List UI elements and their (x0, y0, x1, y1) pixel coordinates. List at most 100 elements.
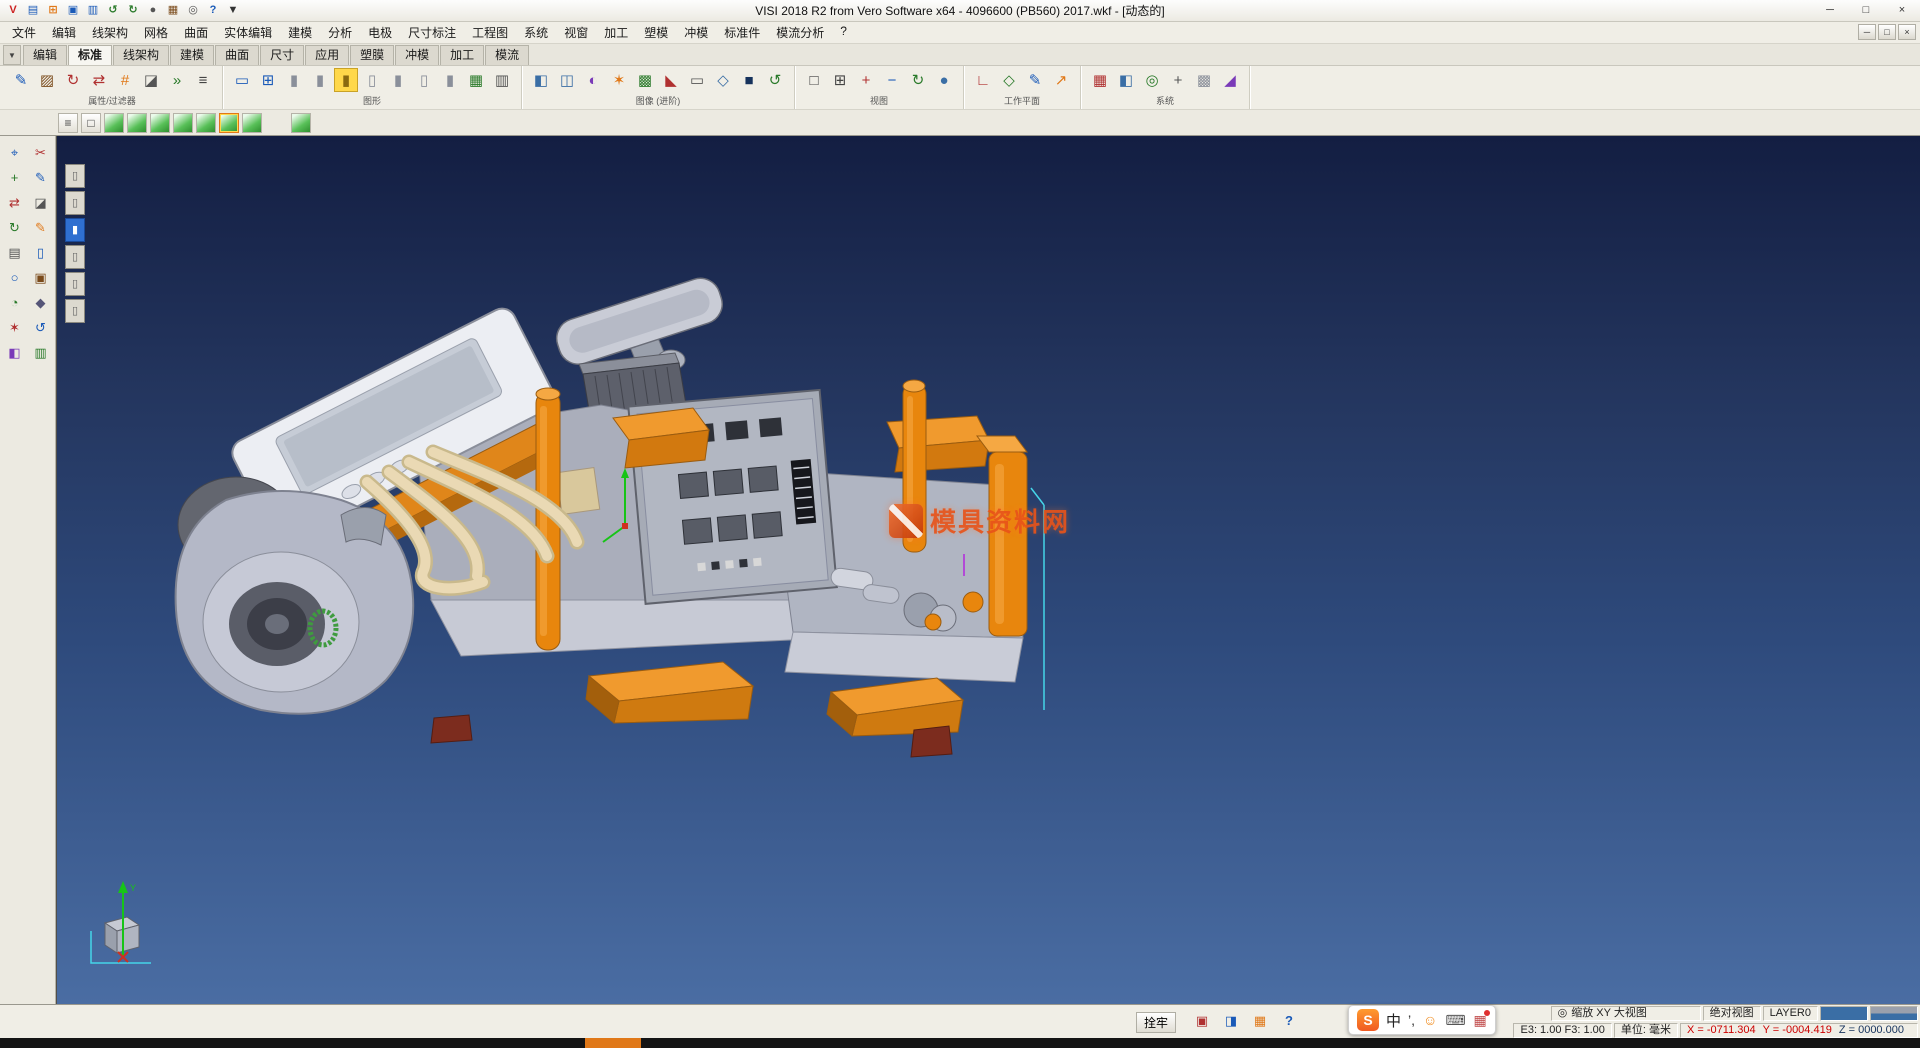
ime-keyboard-icon[interactable]: ⌨ (1445, 1012, 1465, 1029)
attr-list-icon[interactable]: ≡ (191, 68, 215, 92)
menu-item-3[interactable]: 线架构 (84, 22, 136, 43)
solid-tool-icon[interactable]: ◆ (30, 291, 52, 313)
view-cube-back-icon[interactable] (127, 113, 147, 133)
attr-forward-icon[interactable]: » (165, 68, 189, 92)
status-snap-icon[interactable]: ▣ (1192, 1011, 1212, 1031)
color-swatch-primary[interactable] (1820, 1006, 1868, 1021)
geo-capsule1-icon[interactable]: ▮ (282, 68, 306, 92)
workplane-xy-icon[interactable]: ∟ (971, 68, 995, 92)
plot-tool-icon[interactable]: ▤ (4, 241, 26, 263)
edit-tool-icon[interactable]: ✎ (30, 216, 52, 238)
zoom-out-icon[interactable]: − (880, 68, 904, 92)
view-menu-icon[interactable]: ≡ (58, 113, 78, 133)
attr-paint-icon[interactable]: ▨ (35, 68, 59, 92)
geo-stack-icon[interactable]: ▥ (490, 68, 514, 92)
taskbar-sliver[interactable] (0, 1038, 1920, 1048)
workplane-iso-icon[interactable]: ◇ (997, 68, 1021, 92)
menu-item-13[interactable]: 视窗 (556, 22, 596, 43)
menu-item-19[interactable]: ? (832, 22, 855, 43)
minimize-button[interactable]: ─ (1812, 0, 1848, 21)
menu-item-6[interactable]: 实体编辑 (216, 22, 280, 43)
view-cube-iso-icon[interactable] (242, 113, 262, 133)
tab-7[interactable]: 应用 (305, 45, 349, 65)
sys-grid-icon[interactable]: ▩ (1192, 68, 1216, 92)
maximize-button[interactable]: □ (1848, 0, 1884, 21)
arc-tool-icon[interactable]: ◔ (4, 291, 26, 313)
menu-item-18[interactable]: 模流分析 (768, 22, 832, 43)
geo-capsule3-icon[interactable]: ▯ (360, 68, 384, 92)
tab-11[interactable]: 模流 (485, 45, 529, 65)
clipboard-slot-1[interactable]: ▯ (65, 164, 85, 188)
img-section-icon[interactable]: ◣ (659, 68, 683, 92)
help-icon[interactable]: ? (204, 2, 222, 19)
view-cube-right-icon[interactable] (173, 113, 193, 133)
absolute-view-field[interactable]: 绝对视图 (1703, 1006, 1761, 1021)
geo-node-icon[interactable]: ⊞ (256, 68, 280, 92)
save-file-icon[interactable]: ▣ (64, 2, 82, 19)
geo-capsule-active-icon[interactable]: ▮ (334, 68, 358, 92)
filter-swap-icon[interactable]: ⇄ (87, 68, 111, 92)
menu-item-2[interactable]: 编辑 (44, 22, 84, 43)
img-shaded-icon[interactable]: ◧ (529, 68, 553, 92)
menu-item-14[interactable]: 加工 (596, 22, 636, 43)
cad-model-canvas[interactable] (131, 170, 1091, 790)
img-background-icon[interactable]: ■ (737, 68, 761, 92)
ribbon-tabs-dropdown-icon[interactable]: ▼ (3, 45, 21, 65)
mdi-close-button[interactable]: × (1898, 24, 1916, 40)
sys-palette-icon[interactable]: ▦ (1088, 68, 1112, 92)
clipboard-slot-5[interactable]: ▯ (65, 272, 85, 296)
layer-field[interactable]: LAYER0 (1763, 1006, 1818, 1021)
move-tool-icon[interactable]: ⇄ (4, 191, 26, 213)
menu-item-4[interactable]: 网格 (136, 22, 176, 43)
palette-tool-icon[interactable]: ◧ (4, 341, 26, 363)
menu-item-11[interactable]: 工程图 (464, 22, 516, 43)
view-cube-bottom-icon[interactable] (219, 113, 239, 133)
scissors-tool-icon[interactable]: ✂ (30, 141, 52, 163)
zoom-in-icon[interactable]: + (854, 68, 878, 92)
view-previous-icon[interactable]: ● (932, 68, 956, 92)
sys-ramp-icon[interactable]: ◢ (1218, 68, 1242, 92)
menu-item-17[interactable]: 标准件 (716, 22, 768, 43)
clipboard-slot-2[interactable]: ▯ (65, 191, 85, 215)
menu-item-16[interactable]: 冲模 (676, 22, 716, 43)
ime-toolbox-icon[interactable]: ▦ (1474, 1012, 1487, 1029)
status-help-icon[interactable]: ? (1279, 1011, 1299, 1031)
3d-viewport[interactable]: ▯▯▮▯▯▯ (56, 136, 1920, 1004)
status-display-icon[interactable]: ◨ (1221, 1011, 1241, 1031)
model-sensor-box[interactable] (556, 468, 599, 515)
pencil-tool-icon[interactable]: ✎ (30, 166, 52, 188)
img-transparent-icon[interactable]: ◇ (711, 68, 735, 92)
save-all-icon[interactable]: ▥ (84, 2, 102, 19)
geo-capsule5-icon[interactable]: ▯ (412, 68, 436, 92)
view-cube-dynamic-icon[interactable] (291, 113, 311, 133)
undo-tool-icon[interactable]: ↺ (30, 316, 52, 338)
new-file-icon[interactable]: ▤ (24, 2, 42, 19)
box-tool-icon[interactable]: ▣ (30, 266, 52, 288)
sys-screen-icon[interactable]: ◧ (1114, 68, 1138, 92)
menu-item-15[interactable]: 塑模 (636, 22, 676, 43)
ime-logo-icon[interactable]: S (1357, 1009, 1379, 1031)
attr-edit-icon[interactable]: ✎ (9, 68, 33, 92)
erase-tool-icon[interactable]: ◪ (30, 191, 52, 213)
tab-6[interactable]: 尺寸 (260, 45, 304, 65)
ime-toolbar[interactable]: S 中 ’,☺⌨▦ (1348, 1005, 1496, 1035)
circle-tool-icon[interactable]: ○ (4, 266, 26, 288)
copy-tool-icon[interactable]: ▥ (30, 341, 52, 363)
open-file-icon[interactable]: ⊞ (44, 2, 62, 19)
view-cube-left-icon[interactable] (150, 113, 170, 133)
ime-emoji-icon[interactable]: ☺ (1423, 1012, 1437, 1028)
undo-icon[interactable]: ↺ (104, 2, 122, 19)
close-button[interactable]: × (1884, 0, 1920, 21)
visi-logo-icon[interactable]: V (4, 2, 22, 19)
geo-capsule6-icon[interactable]: ▮ (438, 68, 462, 92)
workplane-edit-icon[interactable]: ✎ (1023, 68, 1047, 92)
img-wireframe-icon[interactable]: ◫ (555, 68, 579, 92)
menu-item-5[interactable]: 曲面 (176, 22, 216, 43)
grid-icon[interactable]: ▦ (164, 2, 182, 19)
rotate-tool-icon[interactable]: ↻ (4, 216, 26, 238)
menu-item-1[interactable]: 文件 (4, 22, 44, 43)
recent-icon[interactable]: ● (144, 2, 162, 19)
lock-button[interactable]: 拴牢 (1136, 1012, 1176, 1033)
mdi-minimize-button[interactable]: ─ (1858, 24, 1876, 40)
geo-frame-icon[interactable]: ▭ (230, 68, 254, 92)
